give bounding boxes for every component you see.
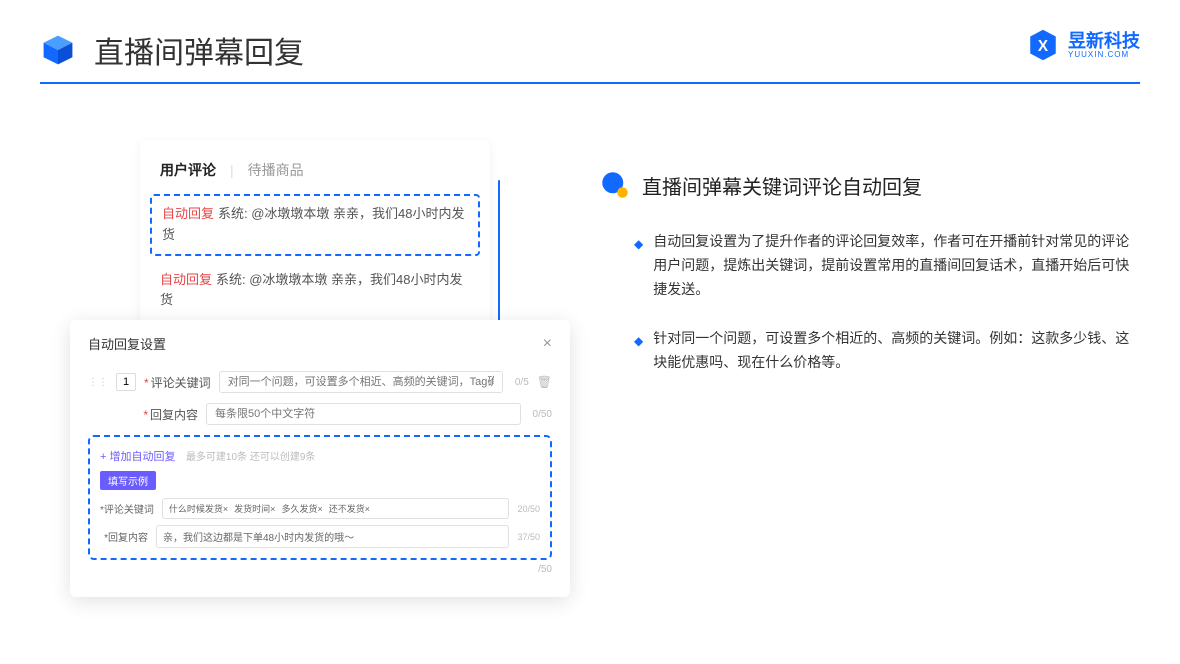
comment-tabs: 用户评论 | 待播商品: [160, 160, 470, 180]
settings-card: 自动回复设置 × ⋮⋮ 1 *评论关键词 0/5 🗑 *回复内容 0/50 + …: [70, 320, 570, 597]
content-display[interactable]: 亲，我们这边都是下单48小时内发货的哦～: [156, 525, 509, 548]
tab-user-comments[interactable]: 用户评论: [160, 160, 216, 180]
example-keyword-row: *评论关键词 什么时候发货× 发货时间× 多久发货× 还不发货× 20/50: [100, 498, 540, 519]
header-divider: [40, 82, 1140, 84]
bullet-item: ◆ 针对同一个问题，可设置多个相近的、高频的关键词。例如：这款多少钱、这块能优惠…: [600, 327, 1140, 375]
char-count: 0/50: [533, 409, 552, 420]
chip-input[interactable]: 什么时候发货× 发货时间× 多久发货× 还不发货×: [162, 498, 510, 519]
keyword-input[interactable]: [219, 371, 503, 393]
settings-title: 自动回复设置: [88, 334, 166, 353]
bullet-item: ◆ 自动回复设置为了提升作者的评论回复效率，作者可在开播前针对常见的评论用户问题…: [600, 230, 1140, 301]
comment-item: 自动回复系统: @冰墩墩本墩 亲亲，我们48小时内发货: [160, 260, 470, 322]
keyword-chip: 什么时候发货×: [169, 502, 228, 515]
brand-icon: X: [1026, 28, 1060, 62]
tab-separator: |: [230, 162, 234, 178]
content-row: *回复内容 0/50: [88, 403, 552, 425]
section-title: 直播间弹幕关键词评论自动回复: [600, 170, 1140, 200]
field-label: *评论关键词: [144, 374, 211, 391]
example-box: + 增加自动回复 最多可建10条 还可以创建9条 填写示例 *评论关键词 什么时…: [88, 435, 552, 560]
tab-pending-goods[interactable]: 待播商品: [248, 160, 304, 180]
auto-reply-tag: 自动回复: [160, 272, 212, 287]
auto-reply-tag: 自动回复: [162, 206, 214, 221]
comment-item: 自动回复系统: @冰墩墩本墩 亲亲，我们48小时内发货: [150, 194, 480, 256]
drag-handle-icon[interactable]: ⋮⋮: [88, 377, 108, 388]
keyword-chip: 发货时间×: [234, 502, 275, 515]
cube-icon: [40, 32, 76, 68]
outer-count: /50: [88, 564, 552, 575]
char-count: 37/50: [517, 532, 540, 542]
diamond-icon: ◆: [634, 234, 643, 301]
keyword-chip: 多久发货×: [281, 502, 322, 515]
index-badge: 1: [116, 373, 136, 391]
page-header: 直播间弹幕回复: [0, 0, 1180, 72]
keyword-row: ⋮⋮ 1 *评论关键词 0/5 🗑: [88, 371, 552, 393]
content-input[interactable]: [206, 403, 521, 425]
brand-logo: X 昱新科技YUUXIN.COM: [1026, 28, 1140, 62]
char-count: 20/50: [517, 504, 540, 514]
bubble-icon: [600, 170, 630, 200]
keyword-chip: 还不发货×: [329, 502, 370, 515]
close-icon[interactable]: ×: [543, 335, 552, 353]
trash-icon[interactable]: 🗑: [537, 375, 552, 389]
example-content-row: *回复内容 亲，我们这边都是下单48小时内发货的哦～ 37/50: [100, 525, 540, 548]
add-reply-link[interactable]: + 增加自动回复: [100, 451, 175, 463]
char-count: 0/5: [515, 377, 529, 388]
example-badge: 填写示例: [100, 471, 156, 490]
diamond-icon: ◆: [634, 331, 643, 375]
right-panel: 直播间弹幕关键词评论自动回复 ◆ 自动回复设置为了提升作者的评论回复效率，作者可…: [580, 100, 1180, 664]
left-panel: 用户评论 | 待播商品 自动回复系统: @冰墩墩本墩 亲亲，我们48小时内发货 …: [0, 100, 580, 664]
svg-text:X: X: [1038, 38, 1049, 55]
add-hint: 最多可建10条 还可以创建9条: [186, 452, 315, 463]
field-label: *回复内容: [142, 406, 198, 423]
page-title: 直播间弹幕回复: [94, 28, 304, 72]
